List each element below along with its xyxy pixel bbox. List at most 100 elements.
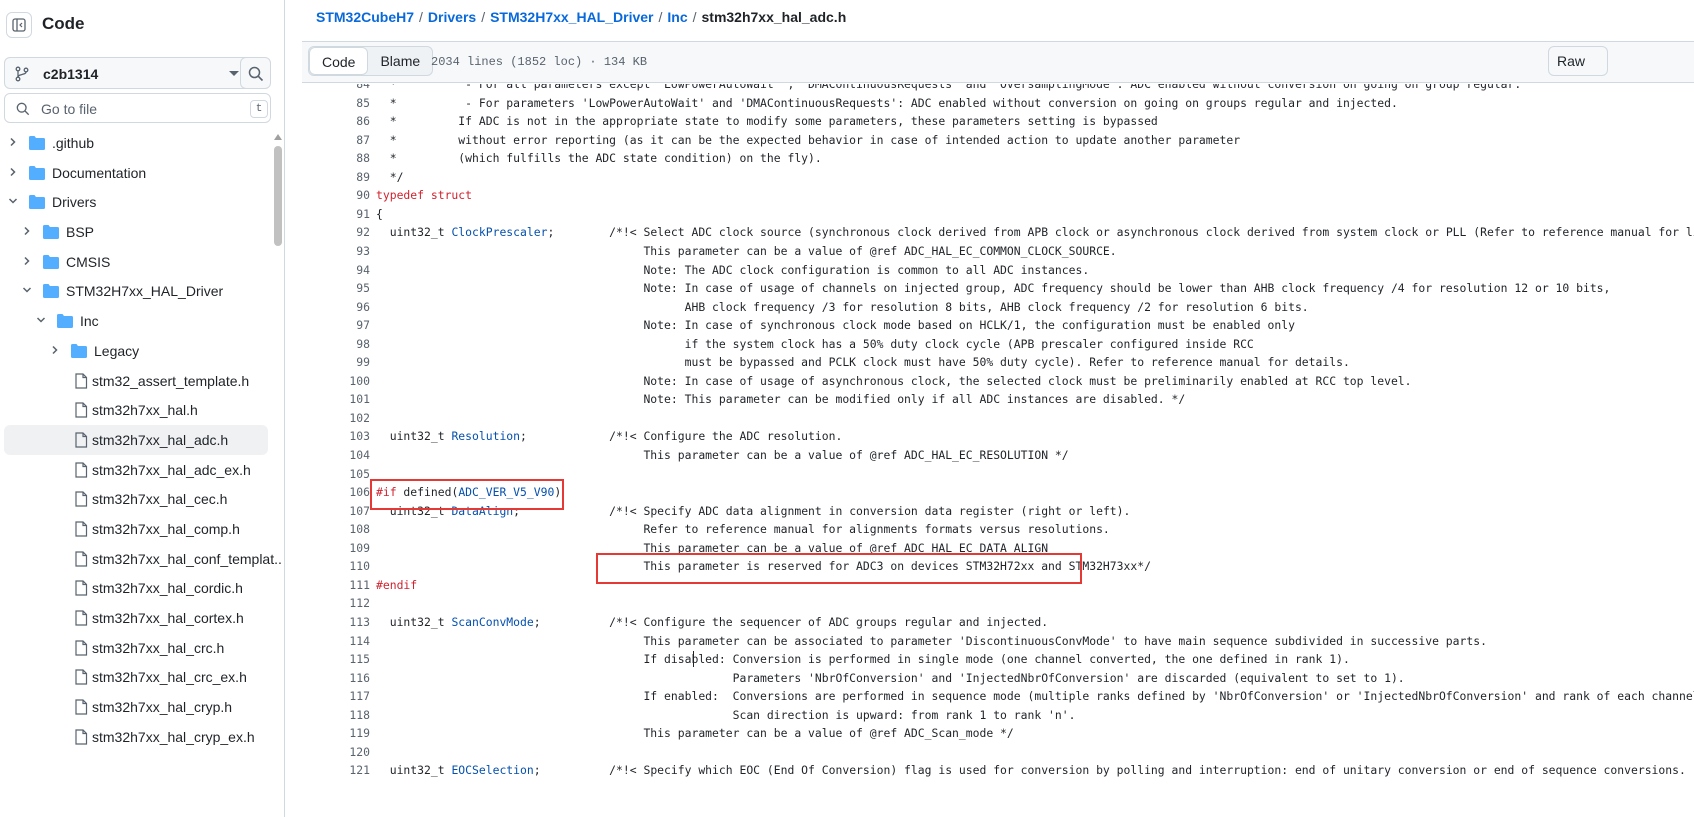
tree-file-item[interactable]: stm32h7xx_hal_cortex.h bbox=[4, 603, 268, 633]
line-number[interactable]: 93 bbox=[302, 244, 370, 258]
line-number[interactable]: 118 bbox=[302, 708, 370, 722]
code-identifier[interactable]: ClockPrescaler bbox=[451, 225, 547, 239]
line-number[interactable]: 92 bbox=[302, 225, 370, 239]
code-identifier[interactable]: EOCSelection bbox=[451, 763, 533, 777]
chevron-right-icon[interactable] bbox=[8, 137, 18, 147]
tree-item-label: STM32H7xx_HAL_Driver bbox=[66, 283, 224, 300]
line-number[interactable]: 120 bbox=[302, 745, 370, 759]
code-text: uint32_t ScanConvMode; /*!< Configure th… bbox=[376, 615, 1048, 629]
line-number[interactable]: 116 bbox=[302, 671, 370, 685]
line-number[interactable]: 109 bbox=[302, 541, 370, 555]
chevron-right-icon[interactable] bbox=[50, 345, 60, 355]
breadcrumb-link[interactable]: Drivers bbox=[428, 9, 476, 25]
code-identifier[interactable]: Resolution bbox=[451, 429, 520, 443]
tree-folder-item[interactable]: Legacy bbox=[4, 336, 268, 366]
code-token: * - For parameters 'LowPowerAutoWait' an… bbox=[376, 95, 1398, 110]
tree-file-item[interactable]: stm32h7xx_hal_cordic.h bbox=[4, 573, 268, 603]
breadcrumb-separator: / bbox=[692, 9, 697, 25]
line-number[interactable]: 119 bbox=[302, 726, 370, 740]
scroll-up-arrow-icon[interactable] bbox=[274, 134, 282, 140]
line-number[interactable]: 103 bbox=[302, 429, 370, 443]
chevron-down-icon[interactable] bbox=[8, 196, 18, 206]
tree-file-item[interactable]: stm32h7xx_hal.h bbox=[4, 395, 268, 425]
line-number[interactable]: 89 bbox=[302, 170, 370, 184]
line-number[interactable]: 104 bbox=[302, 448, 370, 462]
code-view[interactable]: 84 * - For all parameters except 'LowPow… bbox=[302, 84, 1694, 817]
line-number[interactable]: 113 bbox=[302, 615, 370, 629]
code-text: Note: In case of synchronous clock mode … bbox=[376, 318, 1295, 332]
line-number[interactable]: 106 bbox=[302, 485, 370, 499]
code-line: 108 Refer to reference manual for alignm… bbox=[302, 519, 1694, 539]
tree-folder-item[interactable]: STM32H7xx_HAL_Driver bbox=[4, 276, 268, 306]
line-number[interactable]: 100 bbox=[302, 374, 370, 388]
line-number[interactable]: 96 bbox=[302, 300, 370, 314]
line-number[interactable]: 97 bbox=[302, 318, 370, 332]
line-number[interactable]: 101 bbox=[302, 392, 370, 406]
tree-item-label: stm32h7xx_hal_adc.h bbox=[92, 431, 229, 448]
code-view-button[interactable]: Code bbox=[309, 47, 369, 75]
blame-view-button[interactable]: Blame bbox=[368, 47, 432, 75]
line-number[interactable]: 99 bbox=[302, 355, 370, 369]
tree-folder-item[interactable]: CMSIS bbox=[4, 247, 268, 277]
branch-selector-button[interactable]: c2b1314 bbox=[4, 57, 261, 89]
tree-folder-item[interactable]: Inc bbox=[4, 306, 268, 336]
scrollbar-thumb[interactable] bbox=[274, 146, 282, 246]
code-identifier[interactable]: ScanConvMode bbox=[451, 615, 533, 629]
chevron-down-icon[interactable] bbox=[22, 285, 32, 295]
line-number[interactable]: 84 bbox=[302, 84, 370, 91]
line-number[interactable]: 94 bbox=[302, 263, 370, 277]
line-number[interactable]: 107 bbox=[302, 504, 370, 518]
go-to-file-input[interactable] bbox=[41, 99, 231, 119]
tree-folder-item[interactable]: Documentation bbox=[4, 158, 268, 188]
line-number[interactable]: 86 bbox=[302, 114, 370, 128]
chevron-right-icon[interactable] bbox=[22, 256, 32, 266]
line-number[interactable]: 117 bbox=[302, 689, 370, 703]
code-token: Note: In case of usage of asynchronous c… bbox=[376, 373, 1412, 388]
line-number[interactable]: 95 bbox=[302, 281, 370, 295]
tree-file-item[interactable]: stm32h7xx_hal_crc.h bbox=[4, 633, 268, 663]
breadcrumb-link[interactable]: STM32CubeH7 bbox=[316, 9, 414, 25]
line-number[interactable]: 114 bbox=[302, 634, 370, 648]
tree-file-item[interactable]: stm32h7xx_hal_cryp.h bbox=[4, 692, 268, 722]
tree-file-item[interactable]: stm32_assert_template.h bbox=[4, 366, 268, 396]
chevron-down-icon[interactable] bbox=[36, 315, 46, 325]
tree-file-item[interactable]: stm32h7xx_hal_cryp_ex.h bbox=[4, 722, 268, 752]
line-number[interactable]: 87 bbox=[302, 133, 370, 147]
breadcrumb-link[interactable]: STM32H7xx_HAL_Driver bbox=[490, 9, 653, 25]
line-number[interactable]: 111 bbox=[302, 578, 370, 592]
go-to-file-field[interactable]: t bbox=[4, 93, 271, 123]
chevron-right-icon[interactable] bbox=[22, 226, 32, 236]
tree-folder-item[interactable]: .github bbox=[4, 128, 268, 158]
line-number[interactable]: 91 bbox=[302, 207, 370, 221]
file-icon bbox=[75, 402, 88, 418]
collapse-sidebar-button[interactable] bbox=[6, 12, 32, 38]
tree-file-item[interactable]: stm32h7xx_hal_crc_ex.h bbox=[4, 662, 268, 692]
sidebar-scrollbar[interactable] bbox=[274, 130, 282, 817]
line-number[interactable]: 115 bbox=[302, 652, 370, 666]
code-token: Note: This parameter can be modified onl… bbox=[376, 392, 1186, 407]
chevron-right-icon[interactable] bbox=[8, 167, 18, 177]
breadcrumb-link[interactable]: Inc bbox=[667, 9, 687, 25]
line-number[interactable]: 121 bbox=[302, 763, 370, 777]
line-number[interactable]: 108 bbox=[302, 522, 370, 536]
line-number[interactable]: 112 bbox=[302, 596, 370, 610]
line-number[interactable]: 102 bbox=[302, 411, 370, 425]
tree-file-item[interactable]: stm32h7xx_hal_adc_ex.h bbox=[4, 455, 268, 485]
tree-item-label: stm32h7xx_hal_cortex.h bbox=[92, 610, 244, 626]
line-number[interactable]: 88 bbox=[302, 151, 370, 165]
tree-file-item[interactable]: stm32h7xx_hal_comp.h bbox=[4, 514, 268, 544]
tree-file-item[interactable]: stm32h7xx_hal_cec.h bbox=[4, 484, 268, 514]
line-number[interactable]: 98 bbox=[302, 337, 370, 351]
tree-file-item[interactable]: stm32h7xx_hal_adc.h bbox=[4, 424, 268, 455]
tree-folder-item[interactable]: Drivers bbox=[4, 187, 268, 217]
line-number[interactable]: 110 bbox=[302, 559, 370, 573]
line-number[interactable]: 90 bbox=[302, 188, 370, 202]
tree-folder-item[interactable]: BSP bbox=[4, 217, 268, 247]
raw-button[interactable]: Raw bbox=[1548, 46, 1608, 76]
code-token: uint32_t bbox=[376, 225, 452, 240]
search-files-button[interactable] bbox=[240, 57, 271, 89]
tree-file-item[interactable]: stm32h7xx_hal_conf_templat... bbox=[4, 544, 282, 574]
line-number[interactable]: 105 bbox=[302, 467, 370, 481]
breadcrumb-separator: / bbox=[419, 9, 423, 25]
line-number[interactable]: 85 bbox=[302, 96, 370, 110]
